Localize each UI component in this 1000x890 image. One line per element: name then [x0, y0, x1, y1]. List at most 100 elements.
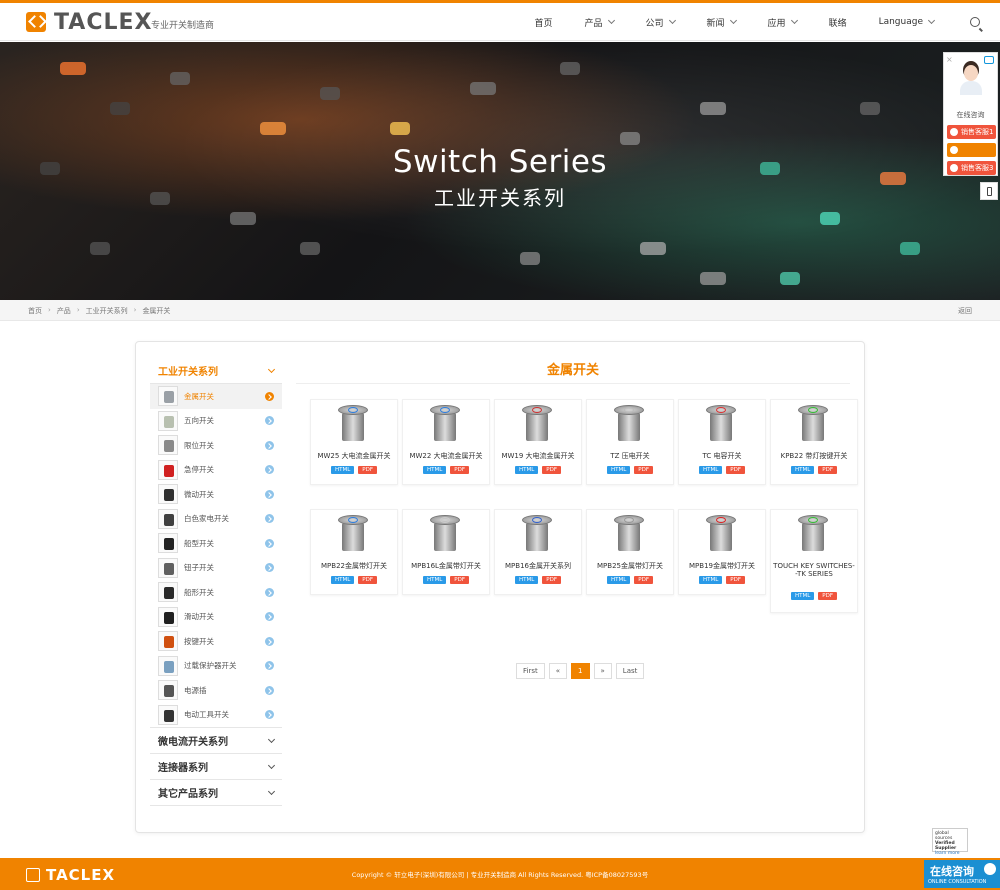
sidebar-item[interactable]: 电源插: [150, 678, 282, 703]
product-card[interactable]: TZ 压电开关 HTML PDF: [586, 399, 674, 485]
search-icon[interactable]: [970, 17, 980, 27]
page-next[interactable]: »: [593, 663, 612, 679]
sidebar-item[interactable]: 微动开关: [150, 482, 282, 507]
nav-item-2[interactable]: 公司: [630, 3, 691, 41]
product-name[interactable]: TZ 压电开关: [589, 452, 671, 460]
breadcrumb-item[interactable]: 产品: [57, 306, 71, 316]
pdf-button[interactable]: PDF: [634, 576, 654, 584]
pdf-button[interactable]: PDF: [542, 576, 562, 584]
site-logo[interactable]: TACLEX: [26, 10, 152, 35]
product-card[interactable]: MPB22金属带灯开关 HTML PDF: [310, 509, 398, 595]
product-card[interactable]: MW25 大电流金属开关 HTML PDF: [310, 399, 398, 485]
product-name[interactable]: TOUCH KEY SWITCHES--TK SERIES: [773, 562, 855, 578]
sidebar-item[interactable]: 五向开关: [150, 409, 282, 434]
product-image[interactable]: [420, 513, 474, 559]
nav-item-6[interactable]: Language: [863, 3, 950, 41]
nav-item-5[interactable]: 联络: [813, 3, 863, 41]
product-card[interactable]: KPB22 带灯按键开关 HTML PDF: [770, 399, 858, 485]
breadcrumb-item[interactable]: 首页: [28, 306, 42, 316]
verified-supplier-badge[interactable]: global sources Verified Supplier learn m…: [932, 828, 968, 856]
sidebar-item[interactable]: 金属开关: [150, 384, 282, 409]
page-current[interactable]: 1: [571, 663, 590, 679]
chat-bubble-icon[interactable]: [984, 56, 994, 64]
category-item[interactable]: 连接器系列: [150, 754, 282, 780]
pdf-button[interactable]: PDF: [726, 576, 746, 584]
sidebar-item[interactable]: 白色家电开关: [150, 507, 282, 532]
pdf-button[interactable]: PDF: [542, 466, 562, 474]
product-image[interactable]: [420, 403, 474, 449]
breadcrumb-item[interactable]: 金属开关: [142, 306, 170, 316]
product-name[interactable]: MPB16金属开关系列: [497, 562, 579, 570]
pdf-button[interactable]: PDF: [634, 466, 654, 474]
html-button[interactable]: HTML: [698, 576, 723, 584]
product-image[interactable]: [328, 403, 382, 449]
product-image[interactable]: [696, 403, 750, 449]
sidebar-item[interactable]: 钮子开关: [150, 556, 282, 581]
product-image[interactable]: [604, 403, 658, 449]
product-card[interactable]: MW19 大电流金属开关 HTML PDF: [494, 399, 582, 485]
html-button[interactable]: HTML: [422, 576, 447, 584]
sidebar-item[interactable]: 限位开关: [150, 433, 282, 458]
product-card[interactable]: TC 电容开关 HTML PDF: [678, 399, 766, 485]
category-item[interactable]: 其它产品系列: [150, 780, 282, 806]
html-button[interactable]: HTML: [790, 466, 815, 474]
sidebar-item[interactable]: 船形开关: [150, 580, 282, 605]
product-card[interactable]: MPB16L金属带灯开关 HTML PDF: [402, 509, 490, 595]
breadcrumb-item[interactable]: 工业开关系列: [86, 306, 128, 316]
back-link[interactable]: 返回: [958, 306, 972, 316]
pdf-button[interactable]: PDF: [818, 592, 838, 600]
product-image[interactable]: [328, 513, 382, 559]
sidebar-item[interactable]: 过载保护器开关: [150, 654, 282, 679]
sidebar-item[interactable]: 急停开关: [150, 458, 282, 483]
product-card[interactable]: MPB25金属带灯开关 HTML PDF: [586, 509, 674, 595]
product-card[interactable]: MPB19金属带灯开关 HTML PDF: [678, 509, 766, 595]
nav-item-4[interactable]: 应用: [752, 3, 813, 41]
product-image[interactable]: [512, 513, 566, 559]
pdf-button[interactable]: PDF: [450, 466, 470, 474]
html-button[interactable]: HTML: [330, 466, 355, 474]
chat-service-button-0[interactable]: 销售客服1: [947, 125, 996, 139]
product-image[interactable]: [512, 403, 566, 449]
product-name[interactable]: MPB22金属带灯开关: [313, 562, 395, 570]
nav-item-0[interactable]: 首页: [518, 3, 568, 41]
online-consult-button[interactable]: 在线咨询 ONLINE CONSULTATION: [924, 860, 1000, 888]
pdf-button[interactable]: PDF: [358, 466, 378, 474]
product-name[interactable]: MPB19金属带灯开关: [681, 562, 763, 570]
nav-item-1[interactable]: 产品: [569, 3, 630, 41]
html-button[interactable]: HTML: [606, 576, 631, 584]
product-name[interactable]: KPB22 带灯按键开关: [773, 452, 855, 460]
product-name[interactable]: MPB25金属带灯开关: [589, 562, 671, 570]
product-image[interactable]: [696, 513, 750, 559]
category-active[interactable]: 工业开关系列: [150, 358, 282, 384]
product-image[interactable]: [604, 513, 658, 559]
product-name[interactable]: MW25 大电流金属开关: [313, 452, 395, 460]
close-icon[interactable]: ×: [946, 55, 953, 64]
html-button[interactable]: HTML: [698, 466, 723, 474]
product-name[interactable]: TC 电容开关: [681, 452, 763, 460]
product-card[interactable]: TOUCH KEY SWITCHES--TK SERIES HTML PDF: [770, 509, 858, 613]
pdf-button[interactable]: PDF: [818, 466, 838, 474]
html-button[interactable]: HTML: [514, 466, 539, 474]
phone-icon[interactable]: [980, 182, 998, 200]
page-first[interactable]: First: [516, 663, 545, 679]
html-button[interactable]: HTML: [330, 576, 355, 584]
product-image[interactable]: [788, 403, 842, 449]
html-button[interactable]: HTML: [422, 466, 447, 474]
product-image[interactable]: [788, 513, 842, 559]
sidebar-item[interactable]: 船型开关: [150, 531, 282, 556]
html-button[interactable]: HTML: [790, 592, 815, 600]
product-name[interactable]: MW19 大电流金属开关: [497, 452, 579, 460]
product-name[interactable]: MPB16L金属带灯开关: [405, 562, 487, 570]
pdf-button[interactable]: PDF: [358, 576, 378, 584]
nav-item-3[interactable]: 新闻: [691, 3, 752, 41]
product-name[interactable]: MW22 大电流金属开关: [405, 452, 487, 460]
sidebar-item[interactable]: 电动工具开关: [150, 703, 282, 728]
chat-service-button-2[interactable]: 销售客服3: [947, 161, 996, 175]
product-card[interactable]: MPB16金属开关系列 HTML PDF: [494, 509, 582, 595]
html-button[interactable]: HTML: [514, 576, 539, 584]
chat-service-button-1[interactable]: [947, 143, 996, 157]
page-last[interactable]: Last: [615, 663, 645, 679]
page-prev[interactable]: «: [548, 663, 568, 679]
pdf-button[interactable]: PDF: [726, 466, 746, 474]
sidebar-item[interactable]: 滑动开关: [150, 605, 282, 630]
